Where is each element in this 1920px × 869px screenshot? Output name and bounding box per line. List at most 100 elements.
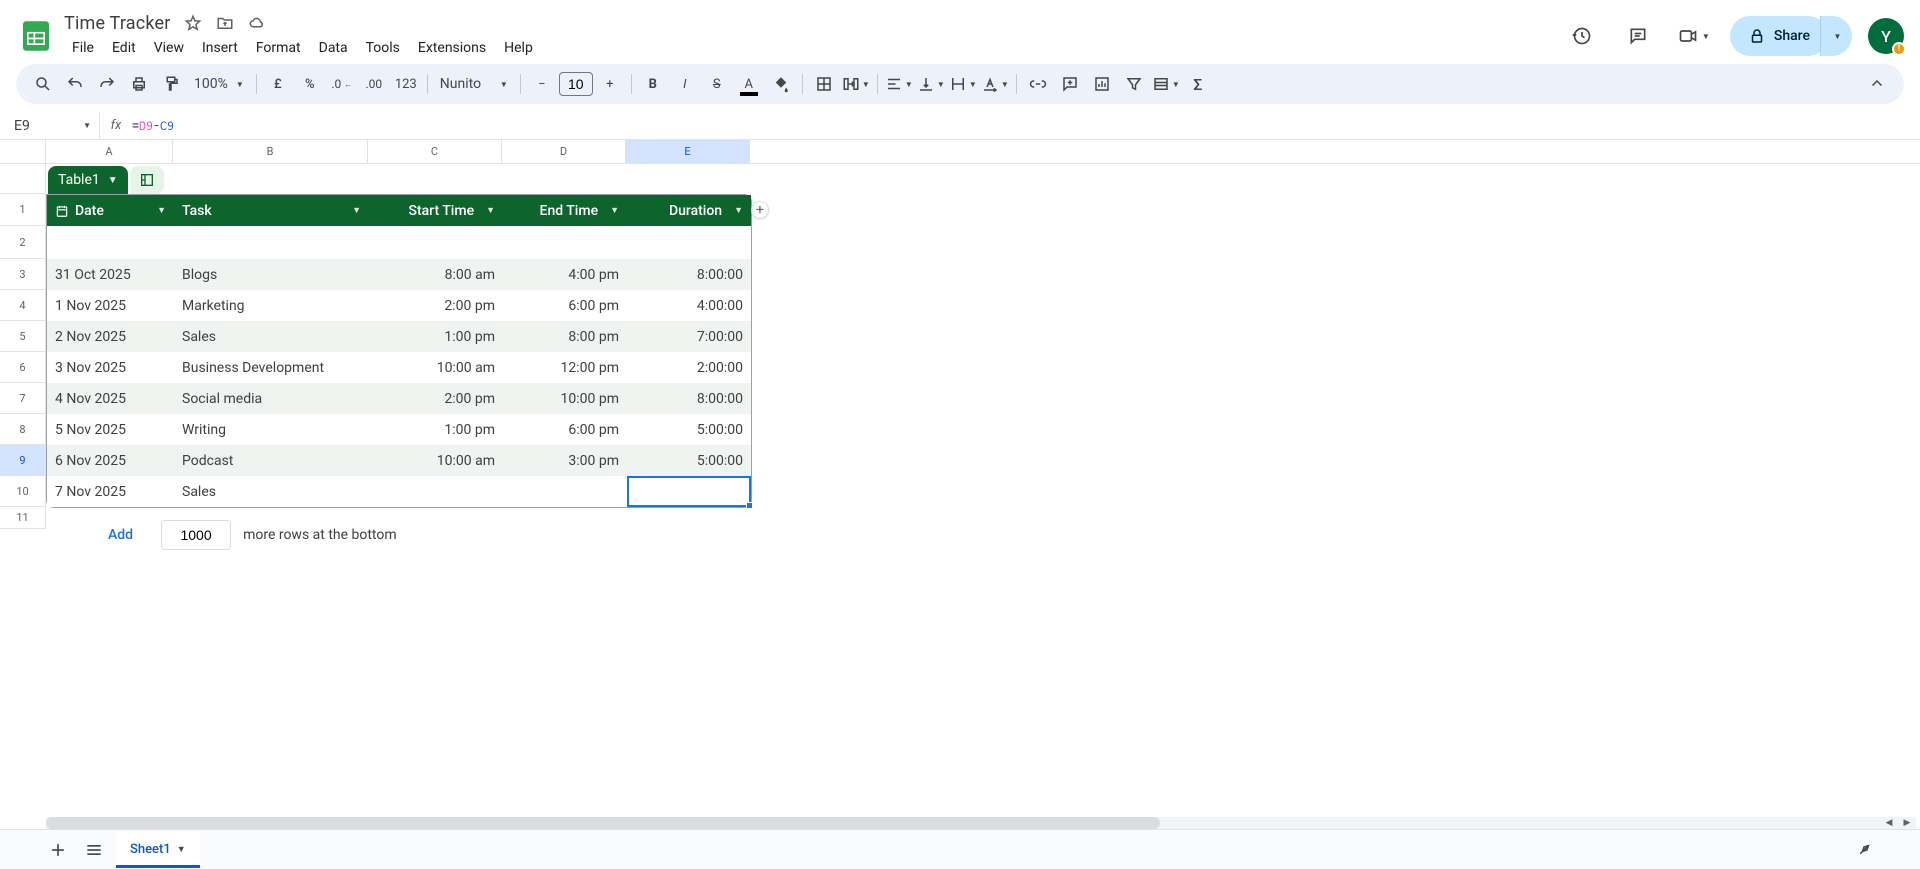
cell-end[interactable]: 12:00 pm — [503, 360, 627, 376]
cell-task[interactable]: Social media — [174, 391, 369, 407]
row-header-9[interactable]: 9 — [0, 445, 45, 476]
add-rows-button[interactable]: Add — [92, 521, 149, 549]
cell-date[interactable]: 2 Nov 2025 — [47, 329, 174, 345]
table-view-icon[interactable]: ▼ — [1151, 69, 1181, 99]
chevron-down-icon[interactable]: ▼ — [352, 205, 361, 216]
cell-end[interactable]: 4:00 pm — [503, 267, 627, 283]
menu-format[interactable]: Format — [248, 36, 309, 60]
font-size-input[interactable] — [559, 72, 593, 96]
cell-date[interactable]: 4 Nov 2025 — [47, 391, 174, 407]
row-header-1[interactable]: 1 — [0, 194, 45, 226]
row-header-6[interactable]: 6 — [0, 352, 45, 383]
merge-cells-icon[interactable]: ▼ — [841, 69, 871, 99]
vertical-align-icon[interactable]: ▼ — [916, 69, 946, 99]
cell-date[interactable]: 3 Nov 2025 — [47, 360, 174, 376]
cell-duration[interactable]: 5:00:00 — [627, 453, 751, 469]
insert-link-icon[interactable] — [1023, 69, 1053, 99]
cell-task[interactable]: Marketing — [174, 298, 369, 314]
formula-bar[interactable]: =D9-C9 — [128, 118, 1920, 133]
col-header-E[interactable]: E — [626, 140, 750, 163]
chevron-down-icon[interactable]: ▼ — [610, 205, 619, 216]
add-rows-count-input[interactable] — [161, 520, 231, 550]
italic-icon[interactable]: I — [670, 69, 700, 99]
cell-task[interactable]: Writing — [174, 422, 369, 438]
add-column-button[interactable]: + — [751, 201, 769, 219]
menu-tools[interactable]: Tools — [358, 36, 408, 60]
cell-start[interactable]: 8:00 am — [369, 267, 503, 283]
font-family-select[interactable]: Nunito▼ — [434, 69, 514, 99]
cell-date[interactable]: 31 Oct 2025 — [47, 267, 174, 283]
menu-data[interactable]: Data — [311, 36, 356, 60]
row-header-5[interactable]: 5 — [0, 321, 45, 352]
name-box[interactable]: E9 ▼ — [6, 112, 100, 139]
cell-start[interactable]: 10:00 am — [369, 453, 503, 469]
strikethrough-icon[interactable]: S — [702, 69, 732, 99]
row-header-2[interactable]: 2 — [0, 226, 45, 259]
menu-insert[interactable]: Insert — [194, 36, 246, 60]
row-header-8[interactable]: 8 — [0, 414, 45, 445]
more-formats-button[interactable]: 123 — [391, 69, 421, 99]
fill-color-icon[interactable] — [766, 69, 796, 99]
percent-icon[interactable]: % — [295, 69, 325, 99]
row-header-chip[interactable] — [0, 164, 45, 194]
paint-format-icon[interactable] — [156, 69, 186, 99]
table-chip[interactable]: Table1 ▼ — [48, 166, 128, 194]
increase-decimal-icon[interactable]: .00 — [359, 69, 389, 99]
cell-date[interactable]: 6 Nov 2025 — [47, 453, 174, 469]
history-icon[interactable] — [1562, 16, 1602, 56]
scroll-right-icon[interactable]: ▶ — [1898, 817, 1916, 829]
horizontal-scrollbar[interactable] — [46, 817, 1902, 829]
col-header-A[interactable]: A — [46, 140, 173, 163]
col-header-C[interactable]: C — [368, 140, 502, 163]
cell-date[interactable]: 5 Nov 2025 — [47, 422, 174, 438]
col-task[interactable]: Task▼ — [174, 203, 369, 219]
text-color-icon[interactable]: A — [734, 69, 764, 99]
cell-duration[interactable]: 2:00:00 — [627, 360, 751, 376]
menu-edit[interactable]: Edit — [104, 36, 144, 60]
col-date[interactable]: Date ▼ — [47, 203, 174, 219]
borders-icon[interactable] — [809, 69, 839, 99]
star-icon[interactable] — [183, 13, 203, 33]
cell-task[interactable]: Podcast — [174, 453, 369, 469]
table-row[interactable]: 7 Nov 2025Sales — [47, 476, 751, 507]
add-sheet-button[interactable] — [40, 832, 76, 868]
print-icon[interactable] — [124, 69, 154, 99]
doc-title[interactable]: Time Tracker — [64, 13, 171, 34]
explore-icon[interactable] — [1848, 834, 1880, 866]
share-dropdown[interactable]: ▼ — [1820, 16, 1852, 56]
search-menus-icon[interactable] — [28, 69, 58, 99]
cloud-status-icon[interactable] — [247, 13, 267, 33]
cell-task[interactable]: Blogs — [174, 267, 369, 283]
table-row[interactable] — [47, 226, 751, 259]
comments-icon[interactable] — [1618, 16, 1658, 56]
cell-start[interactable]: 2:00 pm — [369, 391, 503, 407]
cell-end[interactable]: 6:00 pm — [503, 298, 627, 314]
col-start[interactable]: Start Time▼ — [369, 203, 503, 219]
menu-extensions[interactable]: Extensions — [410, 36, 494, 60]
sheet-tab-active[interactable]: Sheet1 ▼ — [116, 832, 200, 868]
table-expand-icon[interactable] — [130, 166, 164, 194]
chevron-down-icon[interactable]: ▼ — [486, 205, 495, 216]
insert-chart-icon[interactable] — [1087, 69, 1117, 99]
table-row[interactable]: 1 Nov 2025Marketing2:00 pm6:00 pm4:00:00 — [47, 290, 751, 321]
cell-duration[interactable]: 8:00:00 — [627, 267, 751, 283]
zoom-select[interactable]: 100%▼ — [188, 69, 250, 99]
cell-start[interactable]: 10:00 am — [369, 360, 503, 376]
col-header-D[interactable]: D — [502, 140, 626, 163]
decrease-decimal-icon[interactable]: .0 ← — [327, 69, 357, 99]
functions-icon[interactable]: Σ — [1183, 69, 1213, 99]
row-header-10[interactable]: 10 — [0, 476, 45, 507]
cell-start[interactable]: 1:00 pm — [369, 422, 503, 438]
increase-font-icon[interactable]: + — [595, 69, 625, 99]
insert-comment-icon[interactable] — [1055, 69, 1085, 99]
account-avatar[interactable]: Y ! — [1868, 18, 1904, 54]
chevron-down-icon[interactable]: ▼ — [734, 205, 743, 216]
chevron-down-icon[interactable]: ▼ — [157, 205, 166, 216]
row-header-11[interactable]: 11 — [0, 507, 45, 529]
bold-icon[interactable]: B — [638, 69, 668, 99]
cell-duration[interactable]: 7:00:00 — [627, 329, 751, 345]
undo-icon[interactable] — [60, 69, 90, 99]
cell-end[interactable]: 3:00 pm — [503, 453, 627, 469]
cell-date[interactable]: 1 Nov 2025 — [47, 298, 174, 314]
cell-duration[interactable]: 8:00:00 — [627, 391, 751, 407]
